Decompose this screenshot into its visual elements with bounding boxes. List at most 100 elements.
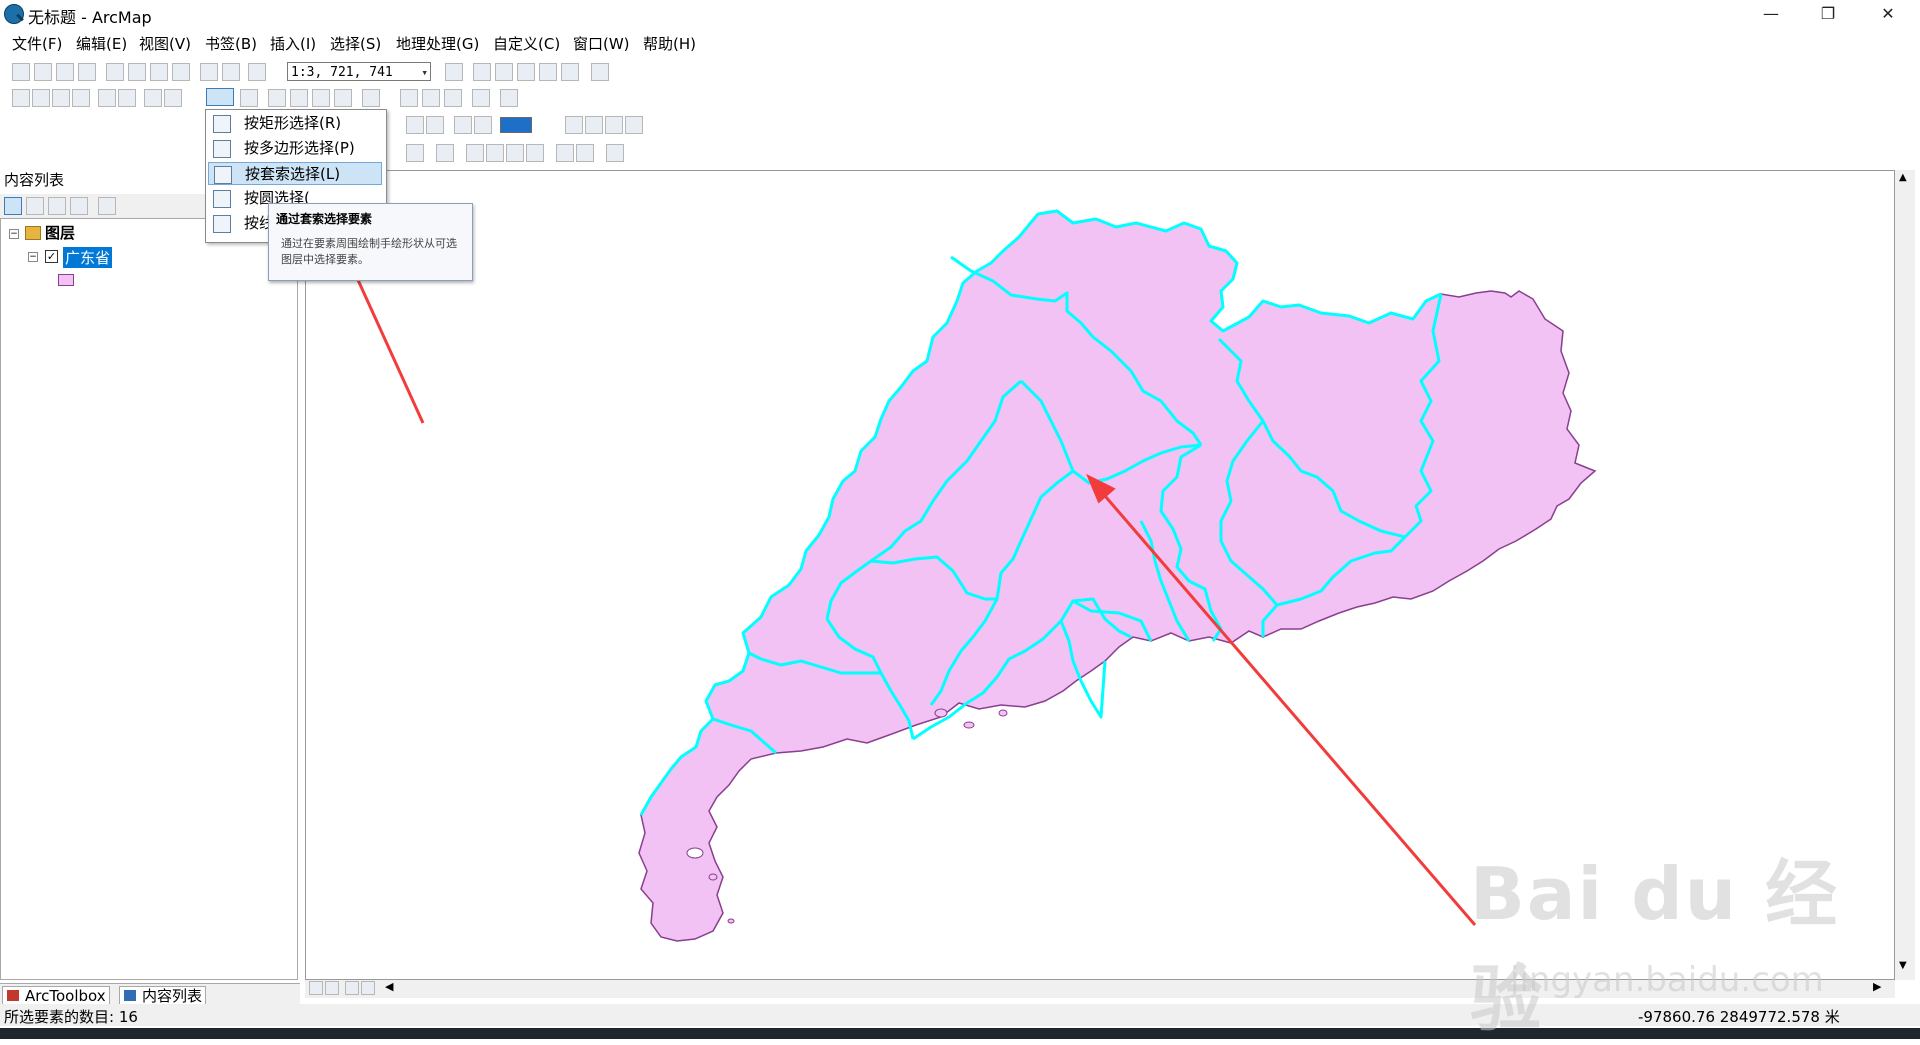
layout-view-icon[interactable]: [325, 981, 339, 995]
map-scale-combo[interactable]: 1:3, 721, 741 ▾: [287, 62, 431, 81]
layout-tool-icon[interactable]: [454, 116, 472, 134]
layout-tool-icon[interactable]: [474, 116, 492, 134]
layers-label[interactable]: 图层: [45, 222, 75, 243]
tab-arctoolbox[interactable]: ArcToolbox: [2, 986, 110, 1006]
georef-tool-icon[interactable]: [606, 144, 624, 162]
table-of-contents-icon[interactable]: [473, 63, 491, 81]
menu-selection[interactable]: 选择(S): [330, 33, 381, 54]
select-features-dropdown-icon[interactable]: [206, 88, 234, 106]
menu-bookmarks[interactable]: 书签(B): [205, 33, 257, 54]
undo-icon[interactable]: [200, 63, 218, 81]
go-to-xy-icon[interactable]: [444, 89, 462, 107]
toc-icon: [124, 990, 136, 1001]
layout-tool-icon[interactable]: [406, 116, 424, 134]
georef-tool-icon[interactable]: [406, 144, 424, 162]
editor-toolbar-icon[interactable]: [445, 63, 463, 81]
menu-item-select-by-polygon[interactable]: 按多边形选择(P): [208, 137, 382, 160]
add-data-icon[interactable]: [248, 63, 266, 81]
clear-selection-icon[interactable]: [240, 89, 258, 107]
tab-arctoolbox-label: ArcToolbox: [25, 987, 106, 1005]
list-by-source-icon[interactable]: [26, 197, 44, 215]
new-document-icon[interactable]: [12, 63, 30, 81]
back-arrow-icon[interactable]: [144, 89, 162, 107]
copy-icon[interactable]: [128, 63, 146, 81]
collapse-icon[interactable]: −: [28, 252, 38, 262]
delete-icon[interactable]: [172, 63, 190, 81]
close-button[interactable]: ✕: [1865, 0, 1911, 28]
data-view-icon[interactable]: [309, 981, 323, 995]
maximize-button[interactable]: ❐: [1805, 0, 1851, 28]
menu-help[interactable]: 帮助(H): [643, 33, 696, 54]
tooltip-title: 通过套索选择要素: [276, 212, 373, 226]
arctoolbox-icon[interactable]: [539, 63, 557, 81]
refresh-icon[interactable]: [345, 981, 359, 995]
html-popup-icon[interactable]: [334, 89, 352, 107]
georef-tool-icon[interactable]: [526, 144, 544, 162]
zoom-out-icon[interactable]: [32, 89, 50, 107]
cut-icon[interactable]: [106, 63, 124, 81]
open-folder-icon[interactable]: [34, 63, 52, 81]
georef-tool-icon[interactable]: [576, 144, 594, 162]
python-window-icon[interactable]: [561, 63, 579, 81]
select-elements-arrow-icon[interactable]: [268, 89, 286, 107]
guangdong-province-polygon[interactable]: [638, 210, 1597, 942]
full-extent-icon[interactable]: [72, 89, 90, 107]
identify-icon[interactable]: [290, 89, 308, 107]
minimize-button[interactable]: —: [1748, 0, 1794, 28]
find-binoculars-icon[interactable]: [400, 89, 418, 107]
scroll-down-icon[interactable]: ▼: [1899, 960, 1907, 971]
layout-tool-icon[interactable]: [426, 116, 444, 134]
layout-tool-icon[interactable]: [565, 116, 583, 134]
time-slider-icon[interactable]: [472, 89, 490, 107]
pan-hand-icon[interactable]: [52, 89, 70, 107]
create-viewer-window-icon[interactable]: [500, 89, 518, 107]
forward-arrow-icon[interactable]: [164, 89, 182, 107]
menu-item-select-by-rectangle[interactable]: 按矩形选择(R): [208, 112, 382, 135]
menu-item-select-by-lasso[interactable]: 按套索选择(L): [208, 162, 382, 185]
list-by-selection-icon[interactable]: [70, 197, 88, 215]
list-by-visibility-icon[interactable]: [48, 197, 66, 215]
hyperlink-icon[interactable]: [312, 89, 330, 107]
save-icon[interactable]: [56, 63, 74, 81]
chevron-down-icon[interactable]: ▾: [421, 63, 428, 82]
model-builder-icon[interactable]: [591, 63, 609, 81]
zoom-in-icon[interactable]: [12, 89, 30, 107]
layout-tool-icon[interactable]: [605, 116, 623, 134]
collapse-icon[interactable]: −: [9, 229, 19, 239]
tab-table-of-contents[interactable]: 内容列表: [119, 986, 207, 1006]
layer-visibility-checkbox[interactable]: ✓: [45, 250, 58, 263]
search-window-icon[interactable]: [517, 63, 535, 81]
layout-tool-icon[interactable]: [585, 116, 603, 134]
georef-tool-icon[interactable]: [556, 144, 574, 162]
menu-geoprocessing[interactable]: 地理处理(G): [396, 33, 479, 54]
measure-icon[interactable]: [362, 89, 380, 107]
toc-options-icon[interactable]: [98, 197, 116, 215]
scroll-up-icon[interactable]: ▲: [1899, 172, 1907, 183]
menu-window[interactable]: 窗口(W): [573, 33, 630, 54]
pause-drawing-icon[interactable]: [361, 981, 375, 995]
find-route-icon[interactable]: [422, 89, 440, 107]
menu-view[interactable]: 视图(V): [139, 33, 191, 54]
print-icon[interactable]: [78, 63, 96, 81]
menu-customize[interactable]: 自定义(C): [493, 33, 560, 54]
georef-tool-icon[interactable]: [486, 144, 504, 162]
redo-icon[interactable]: [222, 63, 240, 81]
list-by-drawing-order-icon[interactable]: [4, 197, 22, 215]
catalog-icon[interactable]: [495, 63, 513, 81]
menu-insert[interactable]: 插入(I): [270, 33, 316, 54]
fixed-zoom-in-icon[interactable]: [98, 89, 116, 107]
layout-tool-icon[interactable]: [625, 116, 643, 134]
scroll-left-icon[interactable]: ◀: [385, 980, 393, 993]
layer-name[interactable]: 广东省: [63, 247, 113, 268]
color-swatch-dropdown[interactable]: [500, 117, 532, 133]
georef-tool-icon[interactable]: [506, 144, 524, 162]
paste-icon[interactable]: [150, 63, 168, 81]
layer-symbol-swatch[interactable]: [58, 274, 74, 286]
watermark-logo: Bai du 经验: [1470, 852, 1840, 1041]
fixed-zoom-out-icon[interactable]: [118, 89, 136, 107]
menu-edit[interactable]: 编辑(E): [76, 33, 127, 54]
georef-tool-icon[interactable]: [466, 144, 484, 162]
vertical-scrollbar[interactable]: ▲ ▼: [1895, 170, 1915, 980]
menu-file[interactable]: 文件(F): [12, 33, 62, 54]
georef-tool-icon[interactable]: [436, 144, 454, 162]
